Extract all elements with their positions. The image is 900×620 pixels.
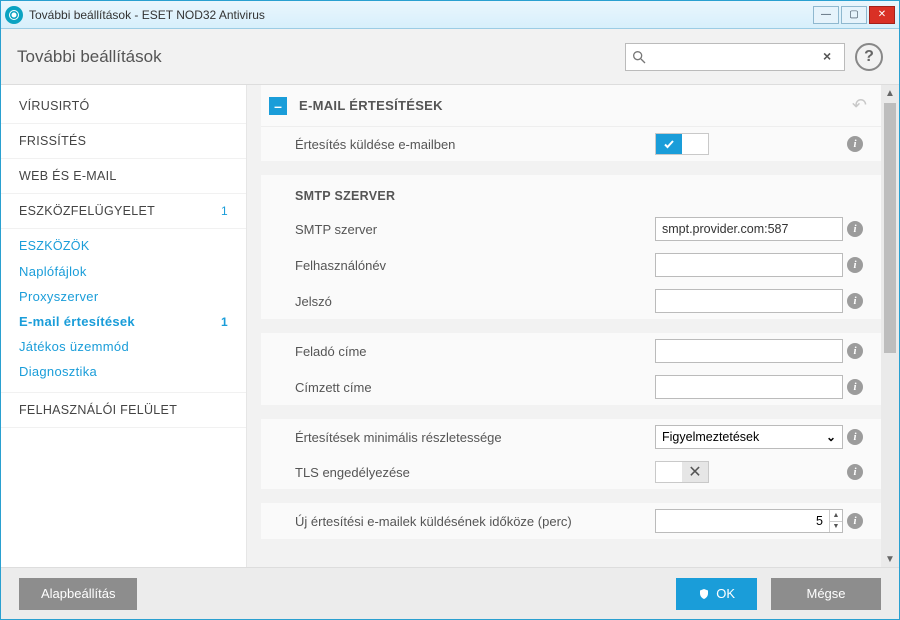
row-label: Értesítések minimális részletessége [295, 430, 655, 445]
cross-icon: ✕ [682, 462, 708, 482]
select-value: Figyelmeztetések [662, 430, 759, 444]
info-icon[interactable]: i [847, 257, 863, 273]
window-title: További beállítások - ESET NOD32 Antivir… [29, 8, 813, 22]
info-icon[interactable]: i [847, 136, 863, 152]
row-from: Feladó címe i [261, 333, 881, 369]
sidebar-item-label: VÍRUSIRTÓ [19, 99, 90, 113]
sidebar-item-label: ESZKÖZFELÜGYELET [19, 204, 155, 218]
group-header-email-notifications: – E-MAIL ÉRTESÍTÉSEK ↶ [261, 85, 881, 127]
toggle-send-email[interactable] [655, 133, 709, 155]
search-field-wrap: × [625, 43, 845, 71]
sidebar-item-update[interactable]: FRISSÍTÉS [1, 124, 246, 159]
group-title: E-MAIL ÉRTESÍTÉSEK [299, 98, 852, 113]
row-label: Jelszó [295, 294, 655, 309]
sidebar: VÍRUSIRTÓ FRISSÍTÉS WEB ÉS E-MAIL ESZKÖZ… [1, 85, 247, 567]
row-send-email: Értesítés küldése e-mailben i [261, 127, 881, 161]
input-password[interactable] [655, 289, 843, 313]
row-password: Jelszó i [261, 283, 881, 319]
row-verbosity: Értesítések minimális részletessége Figy… [261, 419, 881, 455]
app-icon [5, 6, 23, 24]
sidebar-item-label: Játékos üzemmód [19, 339, 129, 354]
sidebar-badge: 1 [221, 204, 228, 218]
row-label: Feladó címe [295, 344, 655, 359]
input-smtp-server[interactable] [655, 217, 843, 241]
default-button[interactable]: Alapbeállítás [19, 578, 137, 610]
input-username[interactable] [655, 253, 843, 277]
sidebar-item-label: E-mail értesítések [19, 314, 135, 329]
row-smtp-server: SMTP szerver i [261, 211, 881, 247]
undo-icon[interactable]: ↶ [852, 95, 867, 116]
scroll-up-icon[interactable]: ▲ [881, 85, 899, 101]
sidebar-subitem-diagnostics[interactable]: Diagnosztika [1, 359, 246, 384]
info-icon[interactable]: i [847, 293, 863, 309]
input-to[interactable] [655, 375, 843, 399]
sidebar-item-label: Diagnosztika [19, 364, 97, 379]
window-minimize-button[interactable]: — [813, 6, 839, 24]
info-icon[interactable]: i [847, 513, 863, 529]
ok-button[interactable]: OK [676, 578, 757, 610]
info-icon[interactable]: i [847, 343, 863, 359]
info-icon[interactable]: i [847, 221, 863, 237]
select-verbosity[interactable]: Figyelmeztetések ⌄ [655, 425, 843, 449]
page-title: További beállítások [17, 47, 625, 67]
window-maximize-button[interactable]: ▢ [841, 6, 867, 24]
row-label: Címzett címe [295, 380, 655, 395]
sidebar-subitem-gamer-mode[interactable]: Játékos üzemmód [1, 334, 246, 359]
sidebar-item-ui[interactable]: FELHASZNÁLÓI FELÜLET [1, 392, 246, 428]
cancel-button[interactable]: Mégse [771, 578, 881, 610]
spinner-down-icon[interactable]: ▼ [830, 522, 842, 533]
row-label: Értesítés küldése e-mailben [295, 137, 655, 152]
button-label: OK [716, 586, 735, 601]
sidebar-item-label: FRISSÍTÉS [19, 134, 86, 148]
search-input[interactable] [625, 43, 845, 71]
row-username: Felhasználónév i [261, 247, 881, 283]
shield-icon [698, 588, 710, 600]
scroll-thumb[interactable] [884, 103, 896, 353]
input-interval[interactable] [656, 514, 829, 528]
row-label: Új értesítési e-mailek küldésének időköz… [295, 514, 655, 529]
check-icon [656, 134, 682, 154]
row-label: Felhasználónév [295, 258, 655, 273]
row-tls: TLS engedélyezése ✕ i [261, 455, 881, 489]
scroll-down-icon[interactable]: ▼ [881, 551, 899, 567]
info-icon[interactable]: i [847, 429, 863, 445]
footer: Alapbeállítás OK Mégse [1, 567, 899, 619]
row-label: TLS engedélyezése [295, 465, 655, 480]
row-to: Címzett címe i [261, 369, 881, 405]
sidebar-item-device-control[interactable]: ESZKÖZFELÜGYELET 1 [1, 194, 246, 229]
settings-panel: – E-MAIL ÉRTESÍTÉSEK ↶ Értesítés küldése… [247, 85, 881, 567]
row-interval: Új értesítési e-mailek küldésének időköz… [261, 503, 881, 539]
sidebar-item-label: Proxyszerver [19, 289, 98, 304]
sidebar-subitem-logs[interactable]: Naplófájlok [1, 259, 246, 284]
window-close-button[interactable]: ✕ [869, 6, 895, 24]
sidebar-item-label: ESZKÖZÖK [19, 239, 89, 253]
help-button[interactable]: ? [855, 43, 883, 71]
sidebar-badge: 1 [221, 315, 228, 329]
sidebar-item-label: FELHASZNÁLÓI FELÜLET [19, 403, 177, 417]
vertical-scrollbar[interactable]: ▲ ▼ [881, 85, 899, 567]
info-icon[interactable]: i [847, 379, 863, 395]
spinner-up-icon[interactable]: ▲ [830, 510, 842, 522]
chevron-down-icon: ⌄ [826, 430, 836, 444]
subheading-smtp: SMTP SZERVER [261, 175, 881, 211]
row-label: SMTP szerver [295, 222, 655, 237]
sidebar-item-label: WEB ÉS E-MAIL [19, 169, 117, 183]
sidebar-subitem-email-notifications[interactable]: E-mail értesítések 1 [1, 309, 246, 334]
search-clear-icon[interactable]: × [823, 48, 839, 64]
sidebar-item-web-email[interactable]: WEB ÉS E-MAIL [1, 159, 246, 194]
collapse-toggle-icon[interactable]: – [269, 97, 287, 115]
spinner-interval[interactable]: ▲ ▼ [655, 509, 843, 533]
header: További beállítások × ? [1, 29, 899, 85]
sidebar-item-tools[interactable]: ESZKÖZÖK [1, 229, 246, 259]
info-icon[interactable]: i [847, 464, 863, 480]
sidebar-subitem-proxy[interactable]: Proxyszerver [1, 284, 246, 309]
sidebar-item-label: Naplófájlok [19, 264, 87, 279]
titlebar: További beállítások - ESET NOD32 Antivir… [1, 1, 899, 29]
toggle-tls[interactable]: ✕ [655, 461, 709, 483]
input-from[interactable] [655, 339, 843, 363]
search-icon [631, 49, 647, 65]
sidebar-item-antivirus[interactable]: VÍRUSIRTÓ [1, 89, 246, 124]
